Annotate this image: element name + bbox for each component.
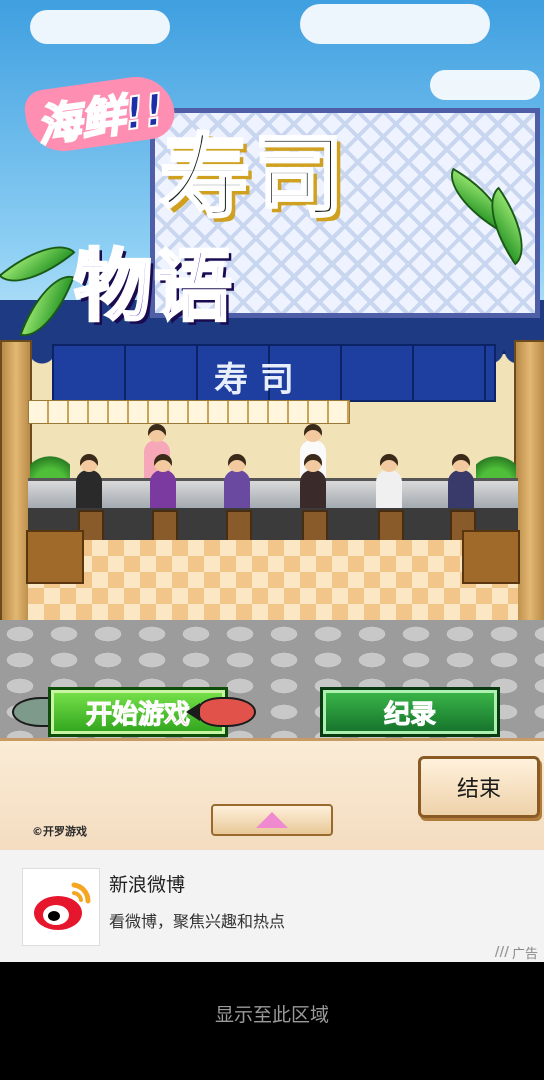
expand-up-button[interactable]: [211, 804, 333, 836]
weibo-logo-icon[interactable]: [22, 868, 100, 946]
customer: [224, 454, 250, 512]
display-area-note: 显示至此区域: [214, 1004, 329, 1026]
ad-description[interactable]: 看微博，聚焦兴趣和热点: [109, 908, 285, 932]
customer: [376, 454, 402, 512]
customer: [150, 454, 176, 512]
shop-pillar-right: [514, 340, 544, 634]
checkered-floor: [28, 540, 518, 622]
menu-boards: [28, 400, 350, 424]
fish-icon: [198, 697, 256, 727]
game-title-scene: 寿 司 海鲜!! 寿司 物语: [0, 0, 544, 740]
ad-label: /// 广告: [495, 943, 538, 962]
shop-sign: 寿 司: [214, 360, 294, 400]
record-button[interactable]: 纪录: [320, 687, 500, 737]
ad-tag-text: 广告: [511, 947, 538, 962]
ad-mark-icon: ///: [494, 945, 509, 960]
customer: [76, 454, 102, 512]
up-arrow-icon: [256, 812, 288, 828]
cloud: [30, 10, 170, 44]
customer: [300, 454, 326, 512]
customer: [448, 454, 474, 512]
planter-box: [26, 530, 84, 584]
game-logo-title: 寿司: [159, 123, 348, 232]
cloud: [430, 70, 540, 100]
game-logo-title-2: 物语: [72, 241, 235, 334]
cloud: [300, 4, 490, 44]
copyright-text: ©开罗游戏: [32, 825, 87, 838]
ad-title[interactable]: 新浪微博: [109, 870, 185, 897]
planter-box: [462, 530, 520, 584]
shop-noren-curtain: 寿 司: [52, 344, 496, 402]
end-button[interactable]: 结束: [418, 756, 540, 818]
